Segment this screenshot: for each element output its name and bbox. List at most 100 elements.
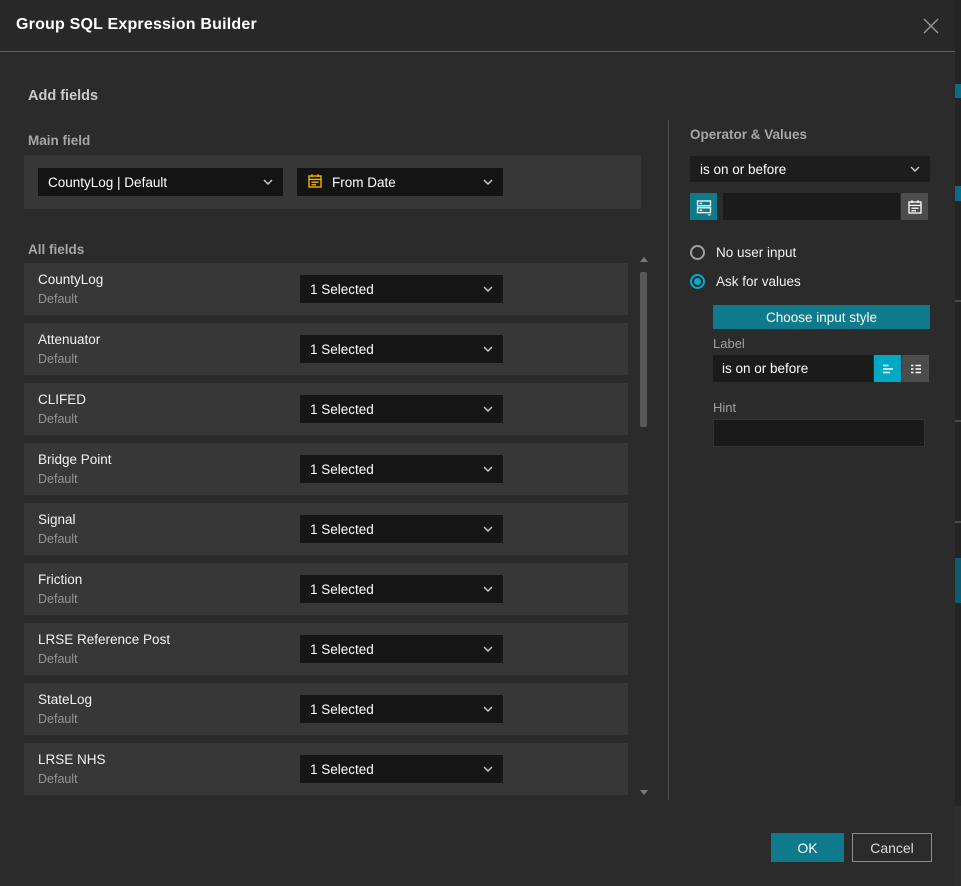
radio-off-icon: [690, 245, 705, 260]
hint-caption: Hint: [713, 400, 736, 415]
chevron-down-icon: [483, 766, 493, 772]
field-values-select-value: 1 Selected: [310, 402, 374, 417]
label-list-style-button[interactable]: [902, 355, 929, 382]
close-icon[interactable]: [921, 16, 941, 36]
field-name: StateLog: [38, 692, 92, 707]
dialog-titlebar: Group SQL Expression Builder: [0, 0, 955, 52]
field-name: CountyLog: [38, 272, 103, 287]
chevron-down-icon: [483, 586, 493, 592]
field-values-select-value: 1 Selected: [310, 582, 374, 597]
chevron-down-icon: [263, 179, 273, 185]
calendar-icon: [307, 173, 323, 192]
hint-input[interactable]: [713, 419, 925, 447]
field-values-select[interactable]: 1 Selected: [300, 335, 503, 363]
field-select[interactable]: From Date: [297, 168, 503, 196]
all-fields-list: CountyLog Default 1 Selected Attenuator …: [24, 263, 628, 803]
cancel-button[interactable]: Cancel: [852, 833, 932, 862]
radio-no-user-input[interactable]: No user input: [690, 245, 796, 260]
field-values-select[interactable]: 1 Selected: [300, 575, 503, 603]
input-type-icon: [695, 198, 713, 216]
field-source: Default: [38, 772, 78, 786]
field-select-value: From Date: [332, 175, 396, 190]
chevron-down-icon: [483, 286, 493, 292]
field-values-select[interactable]: 1 Selected: [300, 275, 503, 303]
operator-select[interactable]: is on or before: [690, 156, 930, 182]
field-values-select-value: 1 Selected: [310, 642, 374, 657]
field-values-select-value: 1 Selected: [310, 762, 374, 777]
chevron-down-icon: [483, 646, 493, 652]
field-source: Default: [38, 412, 78, 426]
field-name: Attenuator: [38, 332, 100, 347]
dialog-title: Group SQL Expression Builder: [16, 16, 257, 34]
align-left-icon: [880, 361, 896, 377]
field-values-select[interactable]: 1 Selected: [300, 635, 503, 663]
field-row: CountyLog Default 1 Selected: [24, 263, 628, 315]
radio-ask-for-values-label: Ask for values: [716, 274, 801, 289]
chevron-down-icon: [483, 406, 493, 412]
group-sql-expression-builder-dialog: Group SQL Expression Builder Add fields …: [0, 0, 961, 886]
field-row: StateLog Default 1 Selected: [24, 683, 628, 735]
section-title-add-fields: Add fields: [28, 88, 98, 104]
field-values-select[interactable]: 1 Selected: [300, 695, 503, 723]
chevron-down-icon: [483, 466, 493, 472]
field-values-select[interactable]: 1 Selected: [300, 395, 503, 423]
field-row: CLIFED Default 1 Selected: [24, 383, 628, 435]
chevron-down-icon: [483, 706, 493, 712]
field-row: Attenuator Default 1 Selected: [24, 323, 628, 375]
ok-button[interactable]: OK: [771, 833, 844, 862]
field-values-select[interactable]: 1 Selected: [300, 755, 503, 783]
field-values-select-value: 1 Selected: [310, 342, 374, 357]
chevron-down-icon: [910, 166, 920, 172]
field-name: LRSE Reference Post: [38, 632, 170, 647]
field-source: Default: [38, 352, 78, 366]
operator-select-value: is on or before: [700, 162, 786, 177]
field-name: Friction: [38, 572, 82, 587]
field-source: Default: [38, 532, 78, 546]
value-input-type-button[interactable]: [690, 193, 717, 220]
layer-select-value: CountyLog | Default: [48, 175, 167, 190]
main-field-label: Main field: [28, 133, 90, 148]
field-values-select[interactable]: 1 Selected: [300, 455, 503, 483]
list-icon: [908, 361, 924, 377]
chevron-down-icon: [483, 526, 493, 532]
field-name: LRSE NHS: [38, 752, 106, 767]
main-field-container: CountyLog | Default From Date: [24, 155, 641, 209]
chevron-down-icon: [483, 346, 493, 352]
field-source: Default: [38, 652, 78, 666]
field-values-select-value: 1 Selected: [310, 462, 374, 477]
chevron-down-icon: [483, 179, 493, 185]
field-source: Default: [38, 592, 78, 606]
calendar-icon: [907, 199, 923, 215]
field-source: Default: [38, 712, 78, 726]
field-source: Default: [38, 472, 78, 486]
date-picker-button[interactable]: [901, 193, 928, 220]
field-row: Friction Default 1 Selected: [24, 563, 628, 615]
background-page-edge: [955, 0, 961, 886]
field-values-select-value: 1 Selected: [310, 702, 374, 717]
radio-on-icon: [690, 274, 705, 289]
scrollbar-down-arrow-icon[interactable]: [640, 790, 648, 795]
field-source: Default: [38, 292, 78, 306]
field-row: Bridge Point Default 1 Selected: [24, 443, 628, 495]
panel-divider: [668, 120, 669, 800]
field-row: LRSE Reference Post Default 1 Selected: [24, 623, 628, 675]
scrollbar-thumb[interactable]: [640, 272, 647, 427]
scrollbar-up-arrow-icon[interactable]: [640, 257, 648, 262]
field-name: Signal: [38, 512, 76, 527]
label-text-style-button[interactable]: [874, 355, 901, 382]
date-value-input[interactable]: [723, 193, 900, 220]
operator-values-title: Operator & Values: [690, 127, 807, 142]
label-caption: Label: [713, 336, 745, 351]
label-input[interactable]: [713, 355, 873, 382]
layer-select[interactable]: CountyLog | Default: [38, 168, 283, 196]
radio-ask-for-values[interactable]: Ask for values: [690, 274, 801, 289]
field-row: LRSE NHS Default 1 Selected: [24, 743, 628, 795]
all-fields-label: All fields: [28, 242, 84, 257]
field-values-select-value: 1 Selected: [310, 282, 374, 297]
field-name: CLIFED: [38, 392, 86, 407]
field-row: Signal Default 1 Selected: [24, 503, 628, 555]
field-name: Bridge Point: [38, 452, 112, 467]
field-values-select[interactable]: 1 Selected: [300, 515, 503, 543]
radio-no-user-input-label: No user input: [716, 245, 796, 260]
choose-input-style-button[interactable]: Choose input style: [713, 305, 930, 329]
